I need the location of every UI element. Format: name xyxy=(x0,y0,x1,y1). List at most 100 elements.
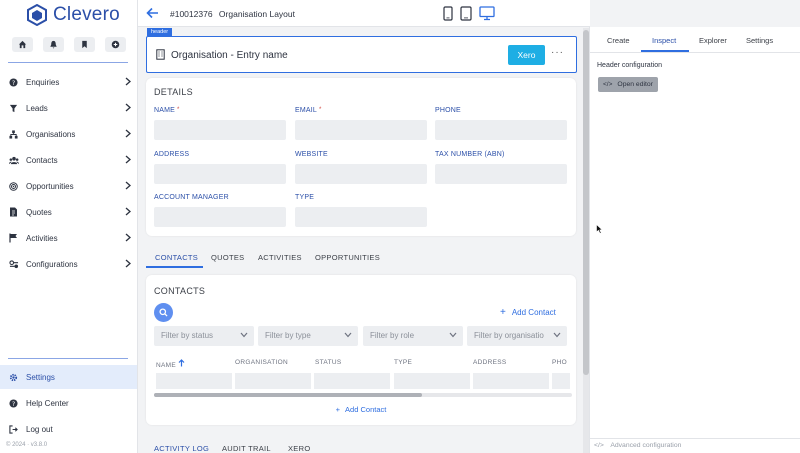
sidebar-item-enquiries[interactable]: ? Enquiries xyxy=(0,70,137,94)
sidebar-item-configurations[interactable]: Configurations xyxy=(0,252,137,276)
bookmark-icon[interactable] xyxy=(74,37,95,52)
sidebar-item-leads[interactable]: Leads xyxy=(0,96,137,120)
field-label-tax-number: TAX NUMBER (ABN) xyxy=(435,151,505,158)
panel-tab-settings[interactable]: Settings xyxy=(746,36,773,45)
sidebar-item-label: Help Center xyxy=(26,398,69,408)
email-field[interactable] xyxy=(295,120,427,140)
field-label-email: EMAIL * xyxy=(295,107,322,114)
account-manager-field[interactable] xyxy=(154,207,286,227)
sidebar-item-label: Settings xyxy=(26,372,55,382)
type-field[interactable] xyxy=(295,207,427,227)
tax-number-field[interactable] xyxy=(435,164,567,184)
tab-opportunities[interactable]: OPPORTUNITIES xyxy=(315,253,380,262)
website-field[interactable] xyxy=(295,164,427,184)
filter-role[interactable]: Filter by role xyxy=(363,326,463,346)
column-header-phone[interactable]: PHO xyxy=(552,359,567,366)
config-icon xyxy=(8,259,19,270)
name-field[interactable] xyxy=(154,120,286,140)
device-preview-switcher xyxy=(443,6,495,21)
chevron-right-icon xyxy=(125,155,131,164)
sidebar-item-help-center[interactable]: ? Help Center xyxy=(0,391,137,415)
bell-icon[interactable] xyxy=(43,37,64,52)
record-number: #10012376 xyxy=(170,9,213,19)
chevron-right-icon xyxy=(125,181,131,190)
building-icon xyxy=(156,49,165,60)
add-contact-link[interactable]: + Add Contact xyxy=(146,405,576,414)
logo[interactable]: Clevero xyxy=(26,4,120,26)
tab-xero[interactable]: XERO xyxy=(288,444,310,453)
phone-preview-icon[interactable] xyxy=(443,6,453,21)
code-icon: </> xyxy=(594,442,604,449)
phone-field[interactable] xyxy=(435,120,567,140)
panel-heading: Header configuration xyxy=(597,62,662,69)
column-header-status[interactable]: STATUS xyxy=(315,359,341,366)
sidebar-item-label: Leads xyxy=(26,103,48,113)
desktop-preview-icon[interactable] xyxy=(479,6,495,21)
sidebar-item-settings[interactable]: Settings xyxy=(0,365,137,389)
document-dollar-icon xyxy=(8,207,19,218)
address-field[interactable] xyxy=(154,164,286,184)
tab-contacts[interactable]: CONTACTS xyxy=(155,253,198,262)
tab-audit-trail[interactable]: AUDIT TRAIL xyxy=(222,444,271,453)
more-options-button[interactable]: ··· xyxy=(551,47,564,58)
xero-button[interactable]: Xero xyxy=(508,45,545,65)
clevero-logo-icon xyxy=(27,4,47,26)
table-cell xyxy=(314,373,390,389)
sidebar-item-label: Opportunities xyxy=(26,181,74,191)
contacts-title: CONTACTS xyxy=(154,286,206,296)
mouse-cursor-icon xyxy=(596,224,603,234)
plus-circle-icon[interactable] xyxy=(105,37,126,52)
code-icon: </> xyxy=(603,81,613,88)
column-header-address[interactable]: ADDRESS xyxy=(473,359,507,366)
panel-tabs: Create Inspect Explorer Settings xyxy=(590,27,800,53)
panel-tab-inspect[interactable]: Inspect xyxy=(652,36,676,45)
sidebar-item-organisations[interactable]: Organisations xyxy=(0,122,137,146)
help-icon: ? xyxy=(8,398,19,409)
home-icon[interactable] xyxy=(12,37,33,52)
properties-panel: Create Inspect Explorer Settings Header … xyxy=(589,27,800,453)
filter-type[interactable]: Filter by type xyxy=(258,326,358,346)
tab-activity-log[interactable]: ACTIVITY LOG xyxy=(154,444,209,453)
field-label-type: TYPE xyxy=(295,194,315,201)
sidebar-item-opportunities[interactable]: Opportunities xyxy=(0,174,137,198)
top-bar: #10012376 Organisation Layout xyxy=(138,0,590,27)
tab-activities[interactable]: ACTIVITIES xyxy=(258,253,302,262)
horizontal-scroll-thumb[interactable] xyxy=(154,393,422,397)
brand-name: Clevero xyxy=(53,4,120,25)
sort-ascending-icon xyxy=(178,359,185,367)
column-header-organisation[interactable]: ORGANISATION xyxy=(235,359,288,366)
search-button[interactable] xyxy=(154,303,173,322)
sidebar-item-quotes[interactable]: Quotes xyxy=(0,200,137,224)
details-section: DETAILS NAME * EMAIL * PHONE ADDRESS WEBSI… xyxy=(146,78,576,236)
chevron-right-icon xyxy=(125,259,131,268)
field-label-name: NAME * xyxy=(154,107,180,114)
question-circle-icon: ? xyxy=(8,77,19,88)
sidebar-item-label: Contacts xyxy=(26,155,58,165)
header-section[interactable]: Organisation - Entry name Xero ··· xyxy=(146,36,577,73)
panel-tab-create[interactable]: Create xyxy=(607,36,630,45)
advanced-configuration[interactable]: </> Advanced configuration xyxy=(590,438,800,453)
column-header-type[interactable]: TYPE xyxy=(394,359,412,366)
add-contact-button[interactable]: + Add Contact xyxy=(500,307,556,318)
sidebar-item-contacts[interactable]: Contacts xyxy=(0,148,137,172)
flag-icon xyxy=(8,233,19,244)
quick-actions xyxy=(12,37,126,52)
sidebar-item-log-out[interactable]: Log out xyxy=(0,417,137,441)
chevron-right-icon xyxy=(125,207,131,216)
sidebar-item-label: Organisations xyxy=(26,129,76,139)
table-cell xyxy=(235,373,311,389)
filter-status[interactable]: Filter by status xyxy=(154,326,254,346)
sidebar-item-label: Log out xyxy=(26,424,53,434)
chevron-right-icon xyxy=(125,77,131,86)
org-chart-icon xyxy=(8,129,19,140)
filter-organisation[interactable]: Filter by organisatio xyxy=(467,326,567,346)
sidebar-item-activities[interactable]: Activities xyxy=(0,226,137,250)
gear-icon xyxy=(8,372,19,383)
tab-quotes[interactable]: QUOTES xyxy=(211,253,244,262)
back-arrow-icon[interactable] xyxy=(146,7,159,19)
panel-tab-explorer[interactable]: Explorer xyxy=(699,36,727,45)
column-header-name[interactable]: NAME xyxy=(156,359,185,369)
open-editor-button[interactable]: </> Open editor xyxy=(598,77,658,92)
activity-tabs: ACTIVITY LOG AUDIT TRAIL XERO xyxy=(146,440,576,453)
tablet-preview-icon[interactable] xyxy=(460,6,472,21)
